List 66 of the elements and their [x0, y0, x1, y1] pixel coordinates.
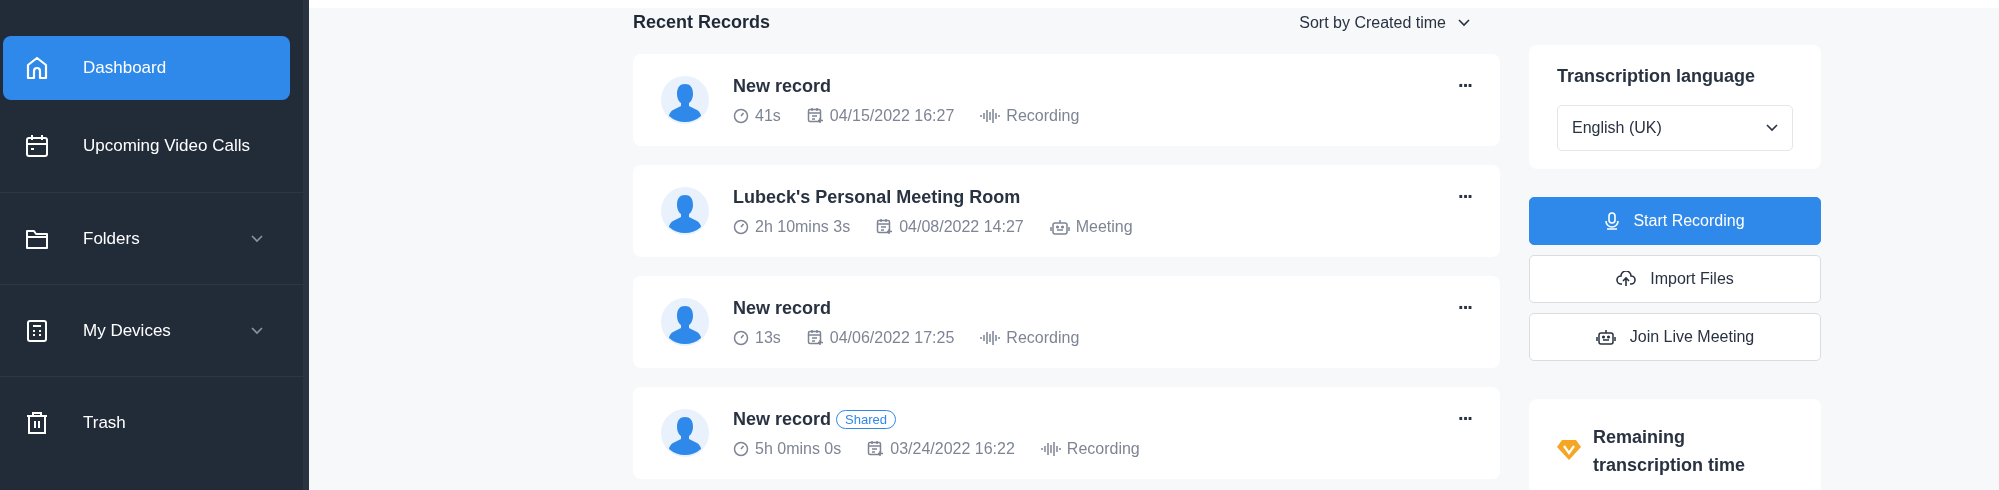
- record-type-text: Meeting: [1075, 217, 1133, 236]
- date-text: 04/06/2022 17:25: [829, 328, 955, 347]
- date-text: 04/08/2022 14:27: [899, 217, 1024, 236]
- card-title: Transcription language: [1557, 66, 1757, 87]
- chevron-down-icon: [1766, 124, 1778, 132]
- clock-icon: [733, 107, 749, 124]
- folder-icon: [25, 227, 49, 250]
- record-title: New record: [733, 75, 832, 97]
- waveform-icon: [980, 329, 1001, 346]
- clock-icon: [733, 329, 749, 346]
- record-title: New record: [733, 297, 832, 319]
- calendar-icon: [867, 440, 885, 457]
- card-title: Remaining transcription time: [1593, 426, 1747, 477]
- sidebar-item[interactable]: Upcoming Video Calls: [0, 100, 303, 193]
- more-options-button[interactable]: ···: [1458, 74, 1472, 97]
- duration-text: 5h 0mins 0s: [755, 439, 842, 458]
- record-card[interactable]: Lubeck's Personal Meeting Room 2h 10mins 3s 04/08/2022 14:27 Meeting ···: [633, 165, 1500, 257]
- more-options-button[interactable]: ···: [1458, 185, 1472, 208]
- record-card[interactable]: New record 13s 04/06/2022 17:25 Recording ···: [633, 276, 1500, 368]
- avatar-icon: [661, 298, 709, 346]
- language-dropdown[interactable]: English (UK): [1557, 105, 1793, 151]
- more-options-button[interactable]: ···: [1458, 407, 1472, 430]
- duration-text: 13s: [755, 328, 781, 347]
- robot-icon: [1595, 328, 1616, 346]
- calendar-icon: [25, 134, 49, 158]
- more-options-button[interactable]: ···: [1458, 296, 1472, 319]
- duration-text: 41s: [755, 106, 781, 125]
- record-title: New record: [733, 408, 832, 430]
- microphone-icon: [1605, 212, 1620, 230]
- duration-text: 2h 10mins 3s: [755, 217, 851, 236]
- device-icon: [26, 318, 48, 343]
- avatar-icon: [661, 187, 709, 235]
- waveform-icon: [1040, 440, 1061, 457]
- sidebar-item[interactable]: Dashboard: [3, 36, 290, 100]
- robot-icon: [1049, 217, 1070, 236]
- trash-icon: [25, 411, 49, 435]
- record-type-text: Recording: [1006, 106, 1080, 125]
- calendar-icon: [806, 107, 824, 124]
- record-title: Lubeck's Personal Meeting Room: [733, 186, 1021, 208]
- sidebar-item[interactable]: My Devices: [0, 285, 303, 377]
- chevron-down-icon: [251, 234, 263, 243]
- sidebar-item[interactable]: Folders: [0, 193, 303, 285]
- chevron-down-icon: [1458, 18, 1470, 27]
- date-text: 04/15/2022 16:27: [829, 106, 955, 125]
- join-meeting-button[interactable]: Join Live Meeting: [1529, 313, 1821, 361]
- calendar-icon: [806, 329, 824, 346]
- record-type-text: Recording: [1006, 328, 1080, 347]
- calendar-icon: [876, 218, 894, 235]
- sort-dropdown[interactable]: Sort by Created time: [1299, 13, 1470, 32]
- waveform-icon: [980, 107, 1001, 124]
- diamond-icon: [1557, 439, 1581, 461]
- section-title: Recent Records: [633, 12, 771, 33]
- chevron-down-icon: [251, 326, 263, 335]
- record-type-text: Recording: [1066, 439, 1140, 458]
- clock-icon: [733, 218, 749, 235]
- clock-icon: [733, 440, 749, 457]
- home-icon: [26, 56, 48, 80]
- avatar-icon: [661, 76, 709, 124]
- cloud-upload-icon: [1616, 271, 1637, 287]
- import-button[interactable]: Import Files: [1529, 255, 1821, 303]
- sidebar-item[interactable]: Trash: [0, 377, 303, 469]
- avatar-icon: [661, 409, 709, 457]
- record-card[interactable]: New record 41s 04/15/2022 16:27 Recording ···: [633, 54, 1500, 146]
- start-recording-button[interactable]: Start Recording: [1529, 197, 1821, 245]
- date-text: 03/24/2022 16:22: [890, 439, 1015, 458]
- record-card[interactable]: New record Shared 5h 0mins 0s 03/24/2022 16:22 Recording ···: [633, 387, 1500, 479]
